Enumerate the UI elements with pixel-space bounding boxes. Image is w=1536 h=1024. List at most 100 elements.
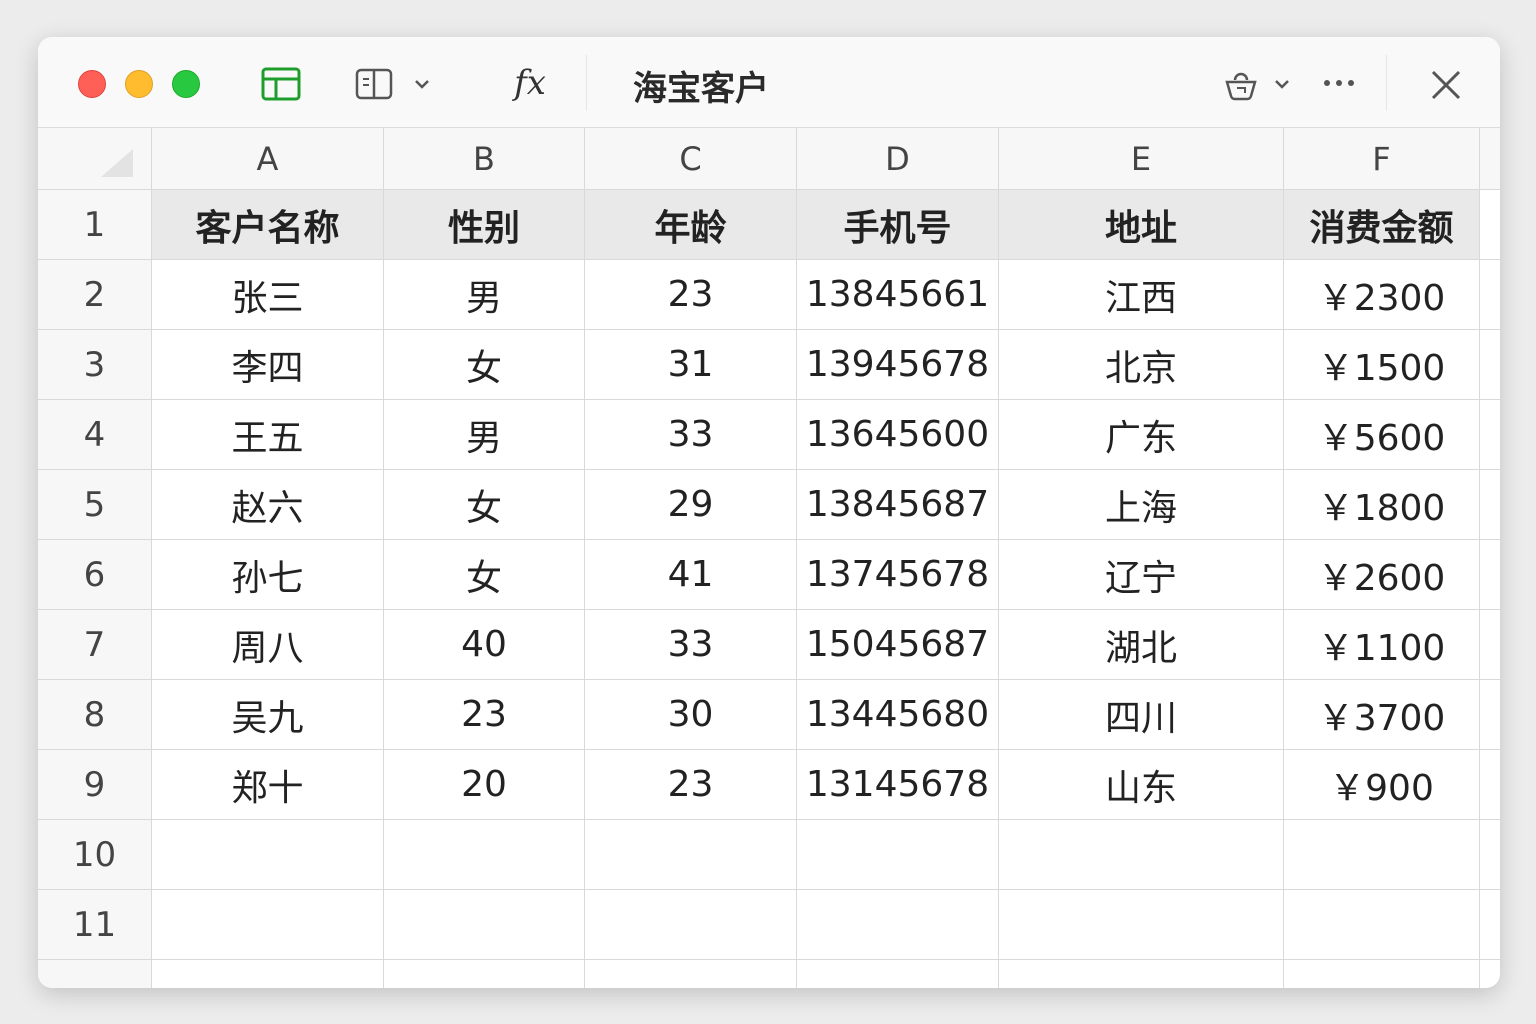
row-header[interactable]: 4 <box>38 400 152 469</box>
cell-e7[interactable]: 湖北 <box>999 610 1284 679</box>
cell-b6[interactable]: 女 <box>384 540 585 609</box>
cell-c10[interactable] <box>585 820 797 889</box>
cell-c6[interactable]: 41 <box>585 540 797 609</box>
cell-e1[interactable]: 地址 <box>999 190 1284 259</box>
cell-overflow[interactable] <box>1480 330 1500 399</box>
cell-overflow[interactable] <box>1480 190 1500 259</box>
cell-e3[interactable]: 北京 <box>999 330 1284 399</box>
cell-a7[interactable]: 周八 <box>152 610 384 679</box>
cell-f6[interactable]: ￥2600 <box>1284 540 1480 609</box>
row-header[interactable]: 2 <box>38 260 152 329</box>
cell-f5[interactable]: ￥1800 <box>1284 470 1480 539</box>
close-window-button[interactable] <box>78 70 106 98</box>
cell-c8[interactable]: 30 <box>585 680 797 749</box>
cell-d2[interactable]: 13845661 <box>797 260 999 329</box>
column-header-e[interactable]: E <box>999 128 1284 189</box>
cell-c3[interactable]: 31 <box>585 330 797 399</box>
cell-a10[interactable] <box>152 820 384 889</box>
cell-f2[interactable]: ￥2300 <box>1284 260 1480 329</box>
cell-a9[interactable]: 郑十 <box>152 750 384 819</box>
row-header[interactable]: 7 <box>38 610 152 679</box>
cell-a3[interactable]: 李四 <box>152 330 384 399</box>
cell-overflow[interactable] <box>1480 750 1500 819</box>
cell-b3[interactable]: 女 <box>384 330 585 399</box>
column-header-d[interactable]: D <box>797 128 999 189</box>
cell-overflow[interactable] <box>1480 610 1500 679</box>
row-header[interactable]: 6 <box>38 540 152 609</box>
cell-c5[interactable]: 29 <box>585 470 797 539</box>
sidebar-icon[interactable] <box>354 65 394 103</box>
cell-b9[interactable]: 20 <box>384 750 585 819</box>
cell-f4[interactable]: ￥5600 <box>1284 400 1480 469</box>
cell-e11[interactable] <box>999 890 1284 959</box>
column-header-f[interactable]: F <box>1284 128 1480 189</box>
cell-b11[interactable] <box>384 890 585 959</box>
cell-a6[interactable]: 孙七 <box>152 540 384 609</box>
cell-e6[interactable]: 辽宁 <box>999 540 1284 609</box>
table-view-icon[interactable] <box>260 65 302 103</box>
row-header[interactable]: 8 <box>38 680 152 749</box>
cell-e5[interactable]: 上海 <box>999 470 1284 539</box>
cell-f9[interactable]: ￥900 <box>1284 750 1480 819</box>
cell-b4[interactable]: 男 <box>384 400 585 469</box>
cell-d4[interactable]: 13645600 <box>797 400 999 469</box>
chevron-down-icon[interactable] <box>410 75 434 93</box>
cell-f3[interactable]: ￥1500 <box>1284 330 1480 399</box>
cell-a11[interactable] <box>152 890 384 959</box>
basket-icon[interactable] <box>1223 65 1259 105</box>
cell-e9[interactable]: 山东 <box>999 750 1284 819</box>
cell-e2[interactable]: 江西 <box>999 260 1284 329</box>
cell-c7[interactable]: 33 <box>585 610 797 679</box>
zoom-window-button[interactable] <box>172 70 200 98</box>
cell-a5[interactable]: 赵六 <box>152 470 384 539</box>
cell-overflow[interactable] <box>1480 540 1500 609</box>
cell-b2[interactable]: 男 <box>384 260 585 329</box>
cell-b10[interactable] <box>384 820 585 889</box>
chevron-down-icon[interactable] <box>1270 75 1294 93</box>
column-header-a[interactable]: A <box>152 128 384 189</box>
function-button[interactable]: fx <box>510 61 550 105</box>
cell-a1[interactable]: 客户名称 <box>152 190 384 259</box>
cell-f11[interactable] <box>1284 890 1480 959</box>
cell-c1[interactable]: 年龄 <box>585 190 797 259</box>
cell-d1[interactable]: 手机号 <box>797 190 999 259</box>
cell-overflow[interactable] <box>1480 260 1500 329</box>
cell-f7[interactable]: ￥1100 <box>1284 610 1480 679</box>
cell-d6[interactable]: 13745678 <box>797 540 999 609</box>
cell-c9[interactable]: 23 <box>585 750 797 819</box>
cell-f8[interactable]: ￥3700 <box>1284 680 1480 749</box>
row-header[interactable]: 3 <box>38 330 152 399</box>
cell-b7[interactable]: 40 <box>384 610 585 679</box>
cell-c4[interactable]: 33 <box>585 400 797 469</box>
cell-f10[interactable] <box>1284 820 1480 889</box>
minimize-window-button[interactable] <box>125 70 153 98</box>
select-all-corner[interactable] <box>38 128 152 189</box>
row-header[interactable]: 1 <box>38 190 152 259</box>
cell-e8[interactable]: 四川 <box>999 680 1284 749</box>
cell-c2[interactable]: 23 <box>585 260 797 329</box>
cell-overflow[interactable] <box>1480 890 1500 959</box>
cell-d7[interactable]: 15045687 <box>797 610 999 679</box>
row-header[interactable]: 9 <box>38 750 152 819</box>
cell-a2[interactable]: 张三 <box>152 260 384 329</box>
cell-e10[interactable] <box>999 820 1284 889</box>
cell-d10[interactable] <box>797 820 999 889</box>
cell-overflow[interactable] <box>1480 820 1500 889</box>
column-header-c[interactable]: C <box>585 128 797 189</box>
more-options-icon[interactable] <box>1322 73 1356 93</box>
cell-d9[interactable]: 13145678 <box>797 750 999 819</box>
cell-a4[interactable]: 王五 <box>152 400 384 469</box>
cell-overflow[interactable] <box>1480 400 1500 469</box>
cell-c11[interactable] <box>585 890 797 959</box>
row-header[interactable]: 10 <box>38 820 152 889</box>
cell-d8[interactable]: 13445680 <box>797 680 999 749</box>
cell-overflow[interactable] <box>1480 470 1500 539</box>
cell-d3[interactable]: 13945678 <box>797 330 999 399</box>
row-header[interactable]: 5 <box>38 470 152 539</box>
cell-overflow[interactable] <box>1480 680 1500 749</box>
cell-f1[interactable]: 消费金额 <box>1284 190 1480 259</box>
cell-d11[interactable] <box>797 890 999 959</box>
cell-b8[interactable]: 23 <box>384 680 585 749</box>
close-icon[interactable] <box>1428 67 1464 103</box>
cell-a8[interactable]: 吴九 <box>152 680 384 749</box>
